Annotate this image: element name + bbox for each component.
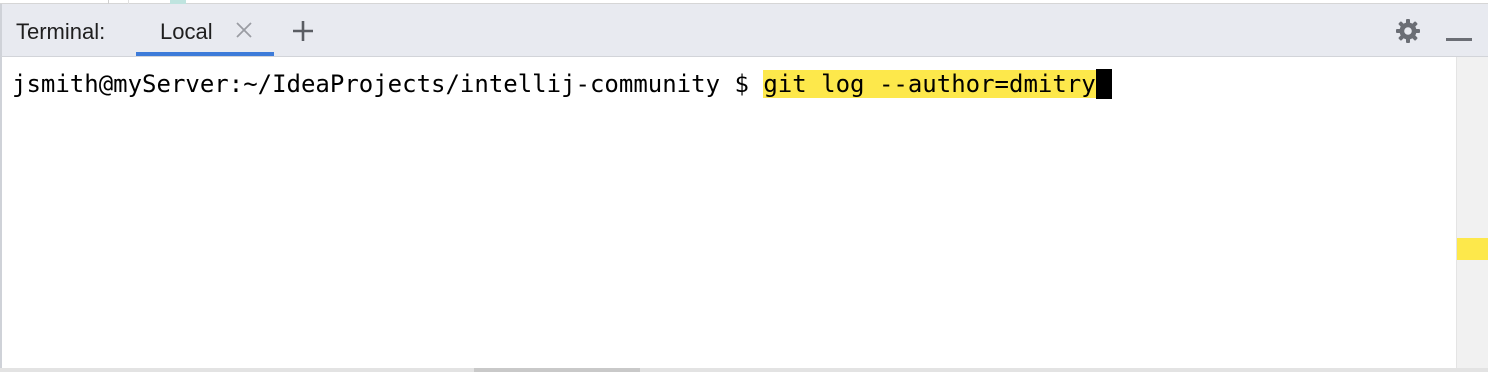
terminal-output[interactable]: jsmith@myServer:~/IdeaProjects/intellij-… — [0, 57, 1456, 368]
horizontal-scrollbar[interactable] — [0, 368, 1488, 372]
tab-local[interactable]: Local — [136, 4, 274, 56]
text-cursor — [1095, 69, 1112, 99]
plus-icon[interactable] — [291, 19, 315, 43]
tool-window-title: Terminal: — [16, 19, 106, 44]
close-icon[interactable] — [234, 20, 254, 40]
horizontal-scroll-thumb[interactable] — [474, 368, 640, 372]
terminal-header: Terminal: Local — [0, 4, 1488, 57]
tab-label: Local — [160, 19, 213, 44]
search-match-marker[interactable] — [1457, 238, 1488, 260]
vertical-scrollbar[interactable] — [1456, 57, 1488, 368]
gear-icon[interactable] — [1395, 18, 1421, 44]
active-tab-indicator — [136, 52, 274, 56]
shell-prompt: jsmith@myServer:~/IdeaProjects/intellij-… — [12, 70, 764, 98]
terminal-line: jsmith@myServer:~/IdeaProjects/intellij-… — [12, 69, 1112, 99]
terminal-tool-window: Terminal: Local jsmith@myServer:~/IdeaPr… — [0, 0, 1488, 372]
command-text: git log --author=dmitry — [763, 70, 1096, 98]
minimize-icon[interactable] — [1446, 29, 1472, 41]
